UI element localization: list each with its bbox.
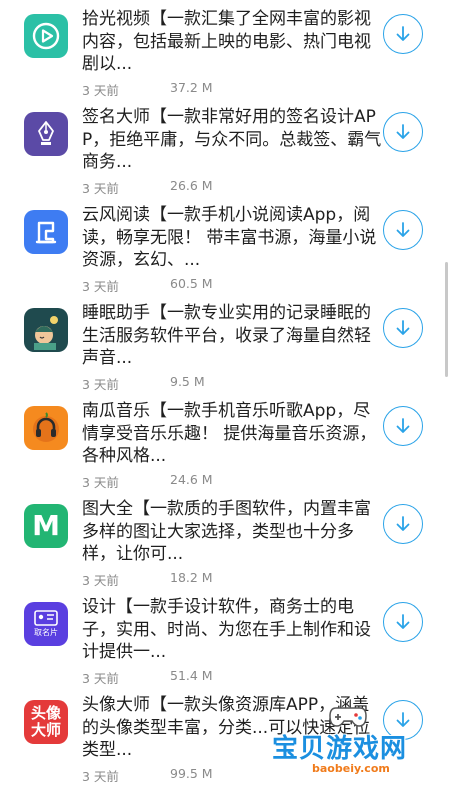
watermark-url: baobeiy.com: [312, 762, 390, 775]
list-item[interactable]: 签名大师【一款非常好用的签名设计APP，拒绝平庸，与众不同。总裁签、霸气商务..…: [0, 104, 450, 202]
download-button[interactable]: [383, 14, 423, 54]
avatar-text-icon: 头像 大师: [30, 704, 61, 739]
app-size: 9.5 M: [170, 374, 205, 389]
app-meta: 3 天前 51.4 M: [82, 668, 213, 687]
app-meta: 3 天前 37.2 M: [82, 80, 213, 99]
download-arrow-icon: [396, 124, 410, 139]
card-icon: [34, 610, 58, 626]
app-time: 3 天前: [82, 475, 119, 490]
app-time: 3 天前: [82, 573, 119, 588]
play-icon: [32, 22, 60, 50]
letter-m-icon: M: [32, 509, 60, 542]
app-time: 3 天前: [82, 279, 119, 294]
app-description[interactable]: 睡眠助手【一款专业实用的记录睡眠的生活服务软件平台，收录了海量自然轻声音...: [82, 302, 382, 370]
list-item[interactable]: 拾光视频【一款汇集了全网丰富的影视内容，包括最新上映的电影、热门电视剧以... …: [0, 6, 450, 104]
app-size: 26.6 M: [170, 178, 213, 193]
app-meta: 3 天前 60.5 M: [82, 276, 213, 295]
app-icon[interactable]: 头像 大师: [24, 700, 68, 744]
app-time: 3 天前: [82, 83, 119, 98]
app-icon[interactable]: [24, 406, 68, 450]
app-time: 3 天前: [82, 181, 119, 196]
app-size: 51.4 M: [170, 668, 213, 683]
app-size: 99.5 M: [170, 766, 213, 781]
scrollbar[interactable]: [445, 262, 448, 377]
card-icon-label: 取名片: [34, 628, 58, 637]
app-description[interactable]: 云风阅读【一款手机小说阅读App，阅读，畅享无限！ 带丰富书源，海量小说资源，玄…: [82, 204, 382, 272]
watermark: 宝贝游戏网 baobeiy.com: [250, 700, 420, 790]
app-description[interactable]: 拾光视频【一款汇集了全网丰富的影视内容，包括最新上映的电影、热门电视剧以...: [82, 8, 382, 76]
download-button[interactable]: [383, 406, 423, 446]
list-item[interactable]: 南瓜音乐【一款手机音乐听歌App，尽情享受音乐乐趣！ 提供海量音乐资源，各种风格…: [0, 398, 450, 496]
app-time: 3 天前: [82, 769, 119, 784]
app-icon[interactable]: [24, 308, 68, 352]
download-arrow-icon: [396, 320, 410, 335]
sleep-icon: [34, 316, 58, 350]
download-button[interactable]: [383, 210, 423, 250]
app-meta: 3 天前 9.5 M: [82, 374, 205, 393]
app-meta: 3 天前 24.6 M: [82, 472, 213, 491]
download-button[interactable]: [383, 112, 423, 152]
app-meta: 3 天前 26.6 M: [82, 178, 213, 197]
list-item[interactable]: 睡眠助手【一款专业实用的记录睡眠的生活服务软件平台，收录了海量自然轻声音... …: [0, 300, 450, 398]
list-item[interactable]: 云风阅读【一款手机小说阅读App，阅读，畅享无限！ 带丰富书源，海量小说资源，玄…: [0, 202, 450, 300]
app-size: 18.2 M: [170, 570, 213, 585]
download-arrow-icon: [396, 418, 410, 433]
book-icon: [35, 221, 57, 244]
app-size: 60.5 M: [170, 276, 213, 291]
download-arrow-icon: [396, 222, 410, 237]
app-icon[interactable]: [24, 210, 68, 254]
app-description[interactable]: 南瓜音乐【一款手机音乐听歌App，尽情享受音乐乐趣！ 提供海量音乐资源，各种风格…: [82, 400, 382, 468]
app-size: 37.2 M: [170, 80, 213, 95]
app-time: 3 天前: [82, 377, 119, 392]
download-arrow-icon: [396, 516, 410, 531]
gamepad-icon: [329, 707, 367, 727]
download-arrow-icon: [396, 614, 410, 629]
list-item[interactable]: M 图大全【一款质的手图软件，内置丰富多样的图让大家选择，类型也十分多样，让你可…: [0, 496, 450, 594]
watermark-text: 宝贝游戏网: [272, 734, 408, 764]
app-size: 24.6 M: [170, 472, 213, 487]
app-meta: 3 天前 99.5 M: [82, 766, 213, 785]
app-description[interactable]: 图大全【一款质的手图软件，内置丰富多样的图让大家选择，类型也十分多样，让你可..…: [82, 498, 382, 566]
app-icon[interactable]: M: [24, 504, 68, 548]
pen-icon: [38, 121, 54, 145]
download-button[interactable]: [383, 504, 423, 544]
headphones-icon: [33, 412, 59, 442]
app-icon[interactable]: [24, 112, 68, 156]
app-time: 3 天前: [82, 671, 119, 686]
download-button[interactable]: [383, 308, 423, 348]
app-description[interactable]: 签名大师【一款非常好用的签名设计APP，拒绝平庸，与众不同。总裁签、霸气商务..…: [82, 106, 382, 174]
app-meta: 3 天前 18.2 M: [82, 570, 213, 589]
download-button[interactable]: [383, 602, 423, 642]
app-description[interactable]: 设计【一款手设计软件，商务士的电子，实用、时尚、为您在手上制作和设计提供一...: [82, 596, 382, 664]
list-item[interactable]: 取名片 设计【一款手设计软件，商务士的电子，实用、时尚、为您在手上制作和设计提供…: [0, 594, 450, 692]
app-icon[interactable]: [24, 14, 68, 58]
app-icon[interactable]: 取名片: [24, 602, 68, 646]
download-arrow-icon: [396, 26, 410, 41]
